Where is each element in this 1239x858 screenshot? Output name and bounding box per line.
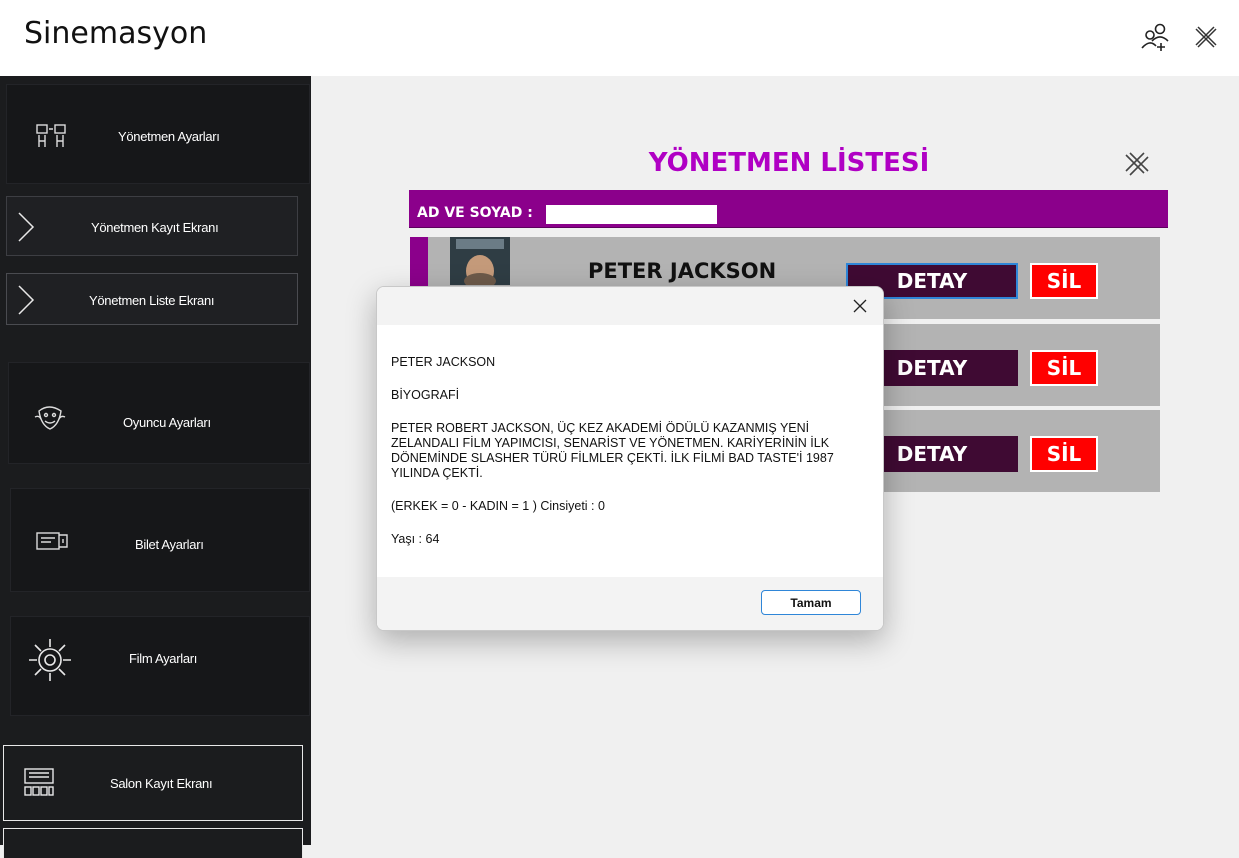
delete-button[interactable]: SİL (1030, 436, 1098, 472)
delete-button[interactable]: SİL (1030, 263, 1098, 299)
sidebar-item-label: Yönetmen Liste Ekranı (89, 293, 215, 308)
actor-icon (33, 403, 67, 436)
dialog-footer: Tamam (377, 577, 883, 630)
sidebar-item-next[interactable] (3, 828, 303, 858)
close-icon[interactable] (1123, 150, 1151, 178)
dialog-biography-text: PETER ROBERT JACKSON, ÜÇ KEZ AKADEMİ ÖDÜ… (391, 421, 834, 480)
dialog-gender: (ERKEK = 0 - KADIN = 1 ) Cinsiyeti : 0 (391, 499, 605, 513)
ok-button[interactable]: Tamam (761, 590, 861, 615)
dialog-biography-heading: BİYOGRAFİ (391, 388, 460, 402)
panel-title: YÖNETMEN LİSTESİ (648, 148, 930, 178)
sidebar-item-director-list[interactable]: Yönetmen Liste Ekranı (6, 273, 298, 325)
chevron-right-icon (15, 284, 37, 319)
dialog-title-bar (377, 287, 883, 325)
sidebar-item-hall-register[interactable]: Salon Kayıt Ekranı (3, 745, 303, 821)
search-bar: AD VE SOYAD : (409, 190, 1168, 228)
sidebar-item-label: Bilet Ayarları (135, 537, 204, 552)
dialog-message: PETER JACKSON BİYOGRAFİ PETER ROBERT JAC… (391, 355, 851, 565)
gear-icon (27, 637, 73, 686)
sidebar-item-label: Salon Kayıt Ekranı (110, 776, 213, 791)
sidebar-item-director-register[interactable]: Yönetmen Kayıt Ekranı (6, 196, 298, 256)
name-search-input[interactable] (546, 205, 717, 224)
dialog-director-name: PETER JACKSON (391, 355, 496, 369)
ticket-icon (35, 529, 69, 558)
sidebar-item-label: Film Ayarları (129, 651, 198, 666)
sidebar-item-label: Yönetmen Ayarları (118, 129, 220, 144)
sidebar: Yönetmen Ayarları Yönetmen Kayıt Ekranı … (0, 76, 311, 858)
delete-button[interactable]: SİL (1030, 350, 1098, 386)
sidebar-item-film-settings[interactable]: Film Ayarları (10, 616, 310, 716)
cinema-hall-icon (22, 766, 56, 803)
sidebar-item-label: Yönetmen Kayıt Ekranı (91, 220, 219, 235)
chevron-right-icon (15, 211, 37, 246)
add-user-icon[interactable] (1140, 20, 1172, 54)
sidebar-item-ticket-settings[interactable]: Bilet Ayarları (10, 488, 310, 592)
sidebar-item-label: Oyuncu Ayarları (123, 415, 211, 430)
sidebar-item-actor-settings[interactable]: Oyuncu Ayarları (8, 362, 310, 464)
dialog-age: Yaşı : 64 (391, 532, 440, 546)
director-name: PETER JACKSON (588, 259, 777, 283)
detail-dialog: PETER JACKSON BİYOGRAFİ PETER ROBERT JAC… (376, 286, 884, 631)
close-icon[interactable] (851, 297, 869, 315)
sidebar-item-director-settings[interactable]: Yönetmen Ayarları (6, 84, 310, 184)
app-title: Sinemasyon (24, 16, 208, 51)
director-photo (450, 237, 510, 285)
search-label: AD VE SOYAD : (417, 205, 533, 221)
title-bar: Sinemasyon (0, 0, 1239, 76)
director-icon (35, 121, 69, 154)
close-icon[interactable] (1190, 20, 1222, 54)
